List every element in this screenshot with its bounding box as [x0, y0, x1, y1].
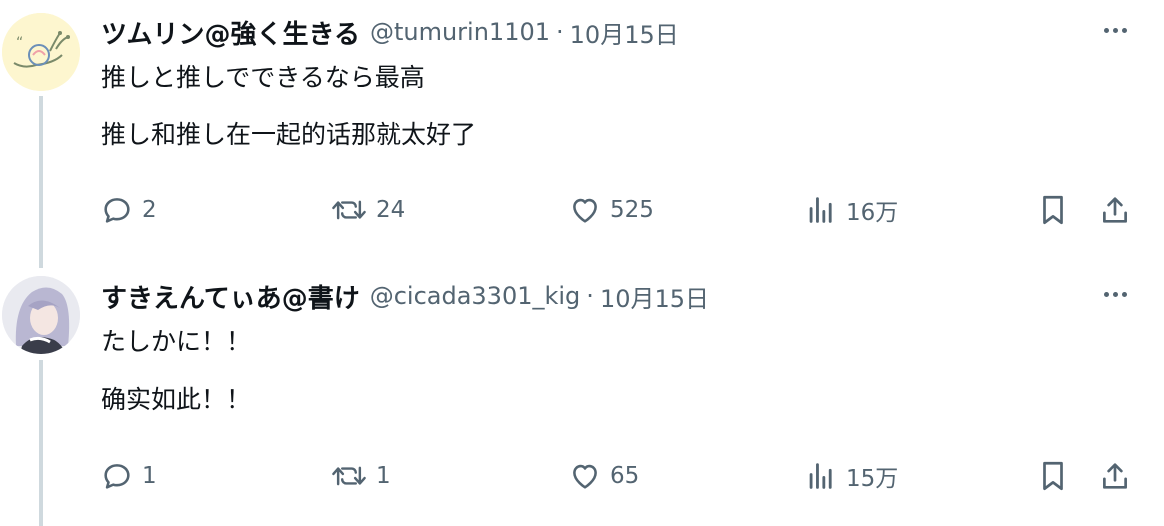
retweet-button[interactable]: 1 — [330, 456, 391, 496]
share-button[interactable] — [1098, 456, 1132, 496]
reply-button[interactable]: 2 — [100, 190, 157, 230]
share-icon — [1103, 197, 1127, 223]
reply-count: 2 — [142, 197, 157, 223]
tweet-translation: 推し和推し在一起的话那就太好了 — [101, 120, 477, 149]
views-icon — [809, 197, 832, 223]
user-handle[interactable]: @cicada3301_kig — [370, 282, 581, 310]
user-handle[interactable]: @tumurin1101 — [370, 18, 550, 46]
retweet-icon — [332, 200, 366, 220]
reply-icon — [104, 198, 130, 223]
tweet-actions: 1 1 65 15万 — [0, 456, 1164, 496]
tweet-date[interactable]: 10月15日 — [570, 15, 679, 50]
tweet-header: すきえんてぃあ@書け @cicada3301_kig · 10月15日 — [101, 278, 709, 314]
more-icon[interactable] — [1100, 282, 1130, 306]
separator: · — [556, 18, 564, 46]
reply-button[interactable]: 1 — [100, 456, 157, 496]
more-icon[interactable] — [1100, 18, 1130, 42]
retweet-count: 1 — [376, 463, 391, 489]
bookmark-button[interactable] — [1038, 456, 1068, 496]
display-name[interactable]: ツムリン@強く生きる — [101, 14, 360, 51]
display-name[interactable]: すきえんてぃあ@書け — [101, 278, 360, 315]
views-button[interactable]: 16万 — [804, 190, 898, 230]
bookmark-icon — [1043, 461, 1063, 491]
share-icon — [1103, 463, 1127, 489]
reply-icon — [104, 464, 130, 489]
like-count: 525 — [610, 197, 654, 223]
avatar[interactable] — [2, 276, 80, 354]
svg-text:“: “ — [16, 35, 23, 51]
bookmark-icon — [1043, 195, 1063, 225]
thread-line — [39, 360, 43, 526]
tweet-text: 推しと推しでできるなら最高 — [101, 63, 425, 92]
tweet-actions: 2 24 525 16万 — [0, 190, 1164, 230]
tweet-date[interactable]: 10月15日 — [600, 279, 709, 314]
retweet-button[interactable]: 24 — [330, 190, 405, 230]
retweet-icon — [332, 466, 366, 486]
tweet-header: ツムリン@強く生きる @tumurin1101 · 10月15日 — [101, 14, 679, 50]
like-icon — [573, 464, 597, 489]
like-icon — [573, 198, 597, 223]
share-button[interactable] — [1098, 190, 1132, 230]
separator: · — [586, 282, 594, 310]
views-icon — [809, 463, 832, 489]
tweet-translation: 确实如此！！ — [101, 385, 252, 414]
retweet-count: 24 — [376, 197, 406, 223]
views-count: 16万 — [846, 200, 899, 226]
reply-thread: “ ツムリン@強く生きる @tumurin1101 · 10月15日 推しと推し… — [0, 0, 1164, 526]
bookmark-button[interactable] — [1038, 190, 1068, 230]
like-count: 65 — [610, 463, 640, 489]
avatar[interactable]: “ — [2, 13, 80, 91]
thread-line — [39, 96, 43, 268]
tweet-text: たしかに！！ — [101, 327, 252, 356]
like-button[interactable]: 65 — [568, 456, 639, 496]
like-button[interactable]: 525 — [568, 190, 654, 230]
tweet-1[interactable]: “ ツムリン@強く生きる @tumurin1101 · 10月15日 推しと推し… — [0, 0, 1164, 268]
views-button[interactable]: 15万 — [804, 456, 898, 496]
tweet-2[interactable]: すきえんてぃあ@書け @cicada3301_kig · 10月15日 たしかに… — [0, 266, 1164, 526]
reply-count: 1 — [142, 463, 157, 489]
views-count: 15万 — [846, 466, 899, 492]
